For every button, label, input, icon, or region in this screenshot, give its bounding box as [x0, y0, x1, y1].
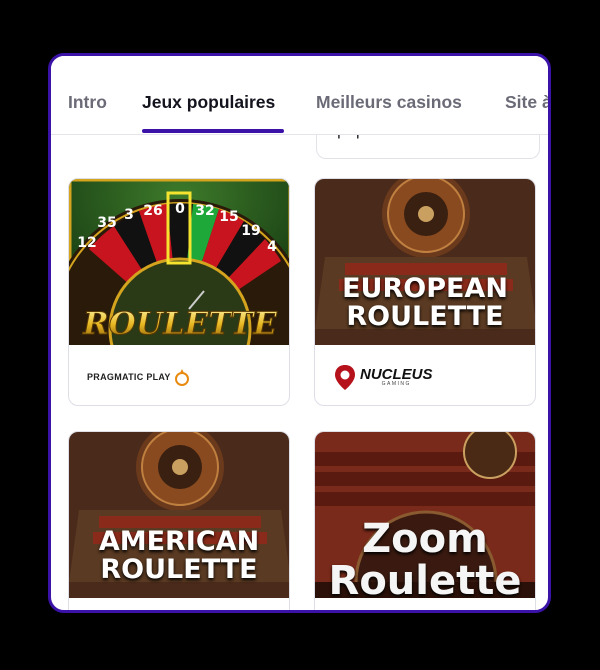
- tab-jeux-populaires[interactable]: Jeux populaires: [142, 92, 275, 113]
- pocket-number: 3: [124, 207, 134, 223]
- provider-name: PRAGMATIC PLAY: [87, 372, 171, 382]
- game-title-line2: ROULETTE: [100, 554, 258, 586]
- game-thumbnail: EUROPEAN ROULETTE: [315, 179, 535, 345]
- pocket-number: 15: [219, 209, 238, 225]
- game-card-american-roulette[interactable]: AMERICAN ROULETTE: [68, 431, 290, 610]
- game-title-line2: ROULETTE: [346, 301, 504, 333]
- game-card-roulette[interactable]: 12 35 3 26 0 32 15 19 4 ROULETTE PRAGMAT…: [68, 178, 290, 406]
- section-tabs: Intro Jeux populaires Meilleurs casinos …: [51, 56, 548, 135]
- tab-site[interactable]: Site à: [505, 92, 548, 113]
- mobile-frame: gratuits populaire Intro Jeux populaires…: [48, 53, 551, 613]
- game-thumbnail: Zoom Roulette: [315, 432, 535, 598]
- game-title-line1: AMERICAN: [98, 526, 260, 557]
- tab-meilleurs-casinos[interactable]: Meilleurs casinos: [316, 92, 462, 113]
- provider-name: NUCLEUS: [360, 366, 433, 383]
- game-thumbnail: 12 35 3 26 0 32 15 19 4 ROULETTE: [69, 179, 289, 345]
- pocket-number: 12: [77, 235, 96, 251]
- game-card-european-roulette[interactable]: EUROPEAN ROULETTE NUCLEUS GAMING: [314, 178, 536, 406]
- provider-logo-nucleus: NUCLEUS GAMING: [333, 359, 433, 395]
- game-thumbnail: AMERICAN ROULETTE: [69, 432, 289, 598]
- game-title-line1: EUROPEAN: [342, 273, 508, 304]
- active-tab-indicator: [142, 129, 284, 133]
- pocket-number: 35: [97, 215, 116, 231]
- provider-logo-pragmatic-play: PRAGMATIC PLAY: [87, 359, 190, 395]
- nucleus-pin-icon: [335, 365, 355, 390]
- pocket-number: 26: [143, 203, 162, 219]
- game-title: ROULETTE: [82, 306, 277, 342]
- game-title-line2: Roulette: [328, 558, 522, 598]
- game-card-zoom-roulette[interactable]: Zoom Roulette: [314, 431, 536, 610]
- tab-intro[interactable]: Intro: [68, 92, 107, 113]
- pocket-number: 0: [175, 201, 185, 217]
- roulette-wheel-image: 12 35 3 26 0 32 15 19 4 ROULETTE: [69, 179, 289, 345]
- pocket-number: 19: [241, 223, 260, 239]
- pocket-number: 32: [195, 203, 214, 219]
- pragmatic-play-icon: [174, 369, 189, 386]
- game-title-line1: Zoom: [362, 516, 488, 562]
- pocket-number: 4: [267, 239, 277, 255]
